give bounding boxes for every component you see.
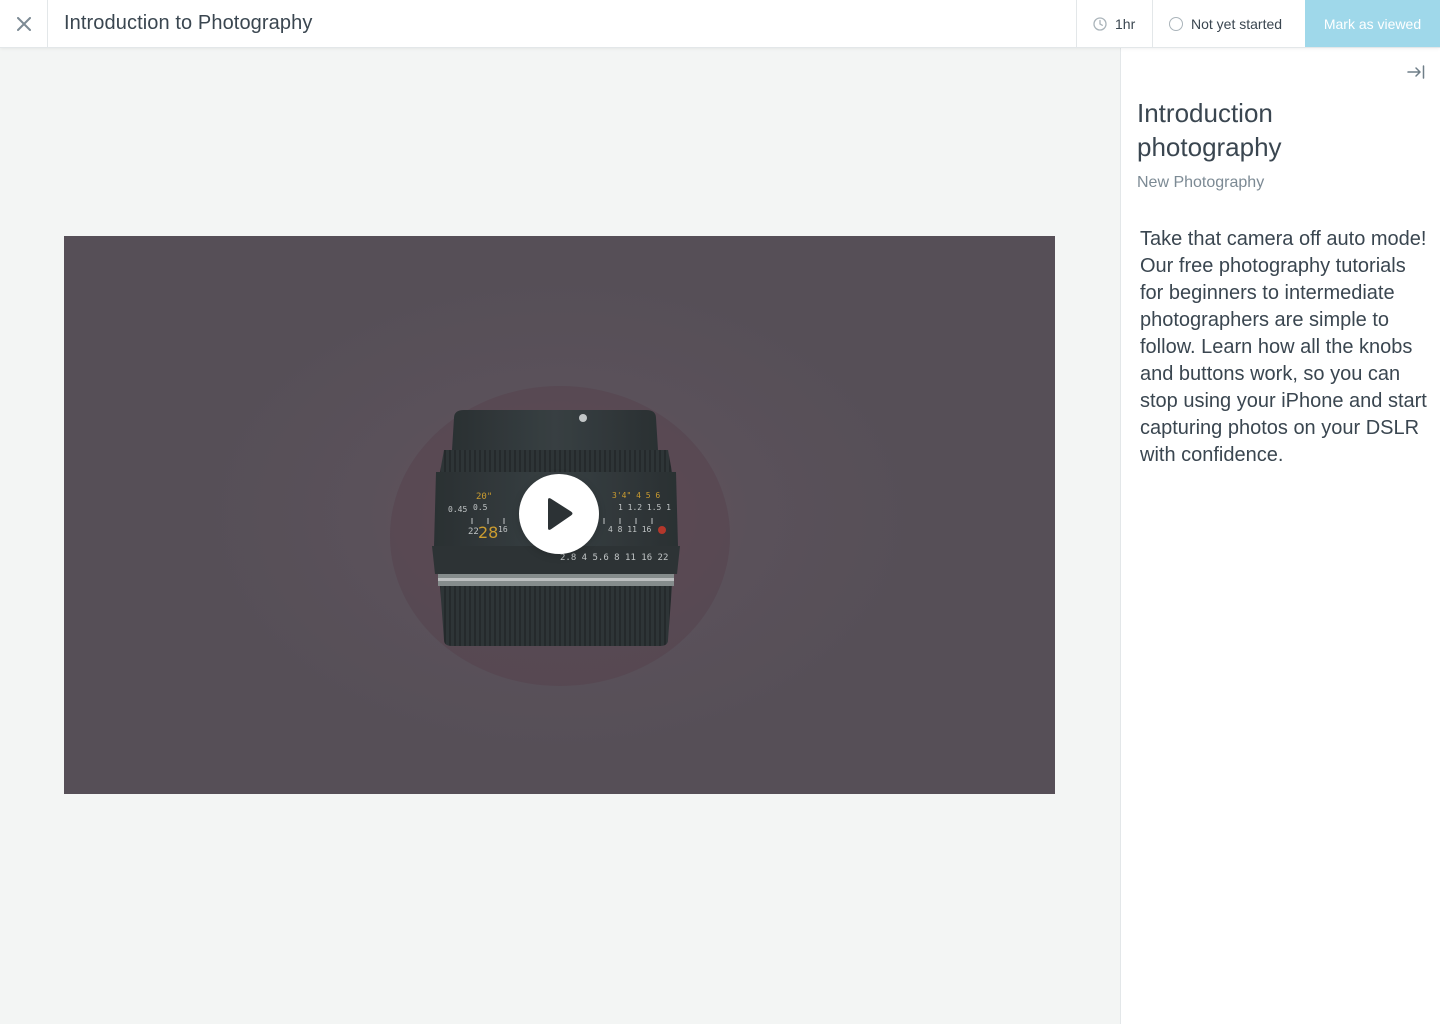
status-text: Not yet started <box>1191 15 1283 32</box>
top-bar: Introduction to Photography 1hr Not yet … <box>0 0 1440 48</box>
course-name: New Photography <box>1137 174 1265 191</box>
collapse-right-icon <box>1407 65 1425 79</box>
video-player[interactable]: 20" 0.45 0.5 22 28 16 3'4" 4 5 6 1 1.2 1… <box>64 236 1055 794</box>
close-button[interactable] <box>0 0 48 48</box>
close-icon <box>16 17 31 31</box>
status-badge: Not yet started <box>1152 0 1305 47</box>
clock-icon <box>1093 16 1107 31</box>
main-content: 20" 0.45 0.5 22 28 16 3'4" 4 5 6 1 1.2 1… <box>0 48 1120 1024</box>
duration-badge: 1hr <box>1076 0 1152 47</box>
collapse-panel-button[interactable] <box>1404 62 1428 82</box>
circle-icon <box>1169 16 1183 31</box>
play-icon <box>548 498 573 530</box>
lesson-description: Take that camera off auto mode! Our free… <box>1140 228 1427 466</box>
page-title: Introduction to Photography <box>64 12 313 34</box>
mark-as-viewed-button[interactable]: Mark as viewed <box>1305 0 1440 47</box>
play-button[interactable] <box>519 474 599 554</box>
lesson-title: Introduction photography <box>1137 98 1282 162</box>
duration-text: 1hr <box>1115 15 1136 32</box>
details-panel: Introduction photography New Photography… <box>1120 48 1440 1024</box>
